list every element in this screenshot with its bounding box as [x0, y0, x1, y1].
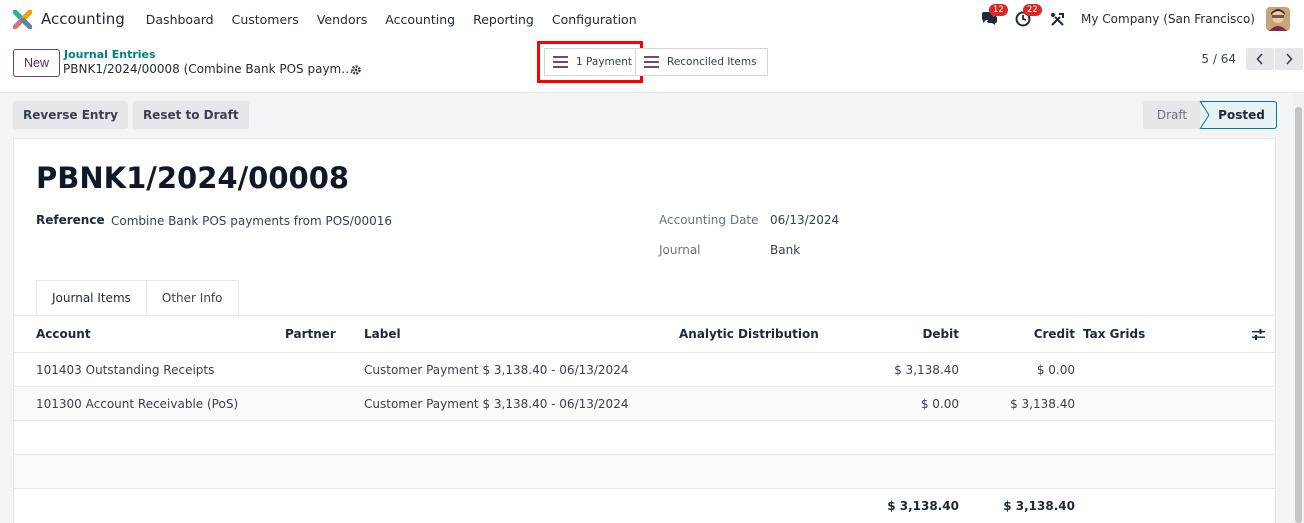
accounting-date-value[interactable]: 06/13/2024 — [770, 213, 839, 227]
stage-draft[interactable]: Draft — [1143, 101, 1201, 129]
table-empty-row — [14, 421, 1275, 455]
reconciled-button-label: Reconciled Items — [667, 56, 757, 68]
col-debit[interactable]: Debit — [864, 316, 959, 352]
stage-arrow — [1196, 101, 1210, 129]
messages-button[interactable]: 12 — [979, 4, 1008, 29]
cell-label: Customer Payment $ 3,138.40 - 06/13/2024 — [364, 362, 629, 377]
menu-dashboard[interactable]: Dashboard — [146, 12, 214, 27]
new-button[interactable]: New — [13, 49, 60, 77]
app-brand[interactable]: Accounting — [12, 9, 137, 29]
pager-previous-button[interactable] — [1246, 48, 1274, 70]
scrollbar-thumb[interactable] — [1295, 107, 1302, 523]
cell-credit: $ 3,138.40 — [1010, 396, 1075, 411]
pager-next-button[interactable] — [1275, 48, 1303, 70]
payment-button-label: 1 Payment — [576, 56, 632, 68]
table-totals-row: $ 3,138.40 $ 3,138.40 — [14, 489, 1275, 523]
activities-badge: 22 — [1023, 4, 1042, 16]
table-row[interactable]: 101403 Outstanding Receipts Customer Pay… — [14, 353, 1275, 387]
reverse-entry-button[interactable]: Reverse Entry — [13, 101, 128, 129]
column-settings-icon[interactable] — [1252, 316, 1265, 352]
menu-configuration[interactable]: Configuration — [552, 12, 637, 27]
col-partner[interactable]: Partner — [285, 316, 336, 352]
payment-smart-button[interactable]: 1 Payment — [544, 48, 643, 76]
menu-customers[interactable]: Customers — [232, 12, 299, 27]
table-header: Account Partner Label Analytic Distribut… — [14, 316, 1275, 353]
total-credit: $ 3,138.40 — [1003, 499, 1075, 513]
activities-button[interactable]: 22 — [1013, 4, 1042, 29]
table-empty-row — [14, 455, 1275, 489]
top-navbar: Accounting Dashboard Customers Vendors A… — [0, 0, 1304, 38]
col-account[interactable]: Account — [36, 316, 91, 352]
status-stages: Draft Posted — [1143, 101, 1277, 129]
breadcrumb-parent[interactable]: Journal Entries — [64, 48, 156, 61]
page-scrollbar[interactable] — [1293, 93, 1304, 523]
chevron-left-icon — [1256, 53, 1263, 65]
tab-journal-items[interactable]: Journal Items — [36, 280, 147, 315]
pager: 5 / 64 — [1201, 48, 1304, 70]
total-debit: $ 3,138.40 — [887, 499, 959, 513]
tools-icon[interactable] — [1047, 9, 1067, 29]
col-analytic-distribution[interactable]: Analytic Distribution — [679, 316, 819, 352]
journal-items-table: Account Partner Label Analytic Distribut… — [14, 315, 1275, 523]
cell-credit: $ 0.00 — [1036, 362, 1075, 377]
form-sheet: PBNK1/2024/00008 Reference Combine Bank … — [13, 138, 1276, 523]
reset-to-draft-button[interactable]: Reset to Draft — [132, 101, 249, 129]
journal-value[interactable]: Bank — [770, 243, 800, 257]
form-tabs: Journal Items Other Info — [36, 280, 239, 315]
main-menu: Dashboard Customers Vendors Accounting R… — [137, 12, 646, 27]
page-title: PBNK1/2024/00008 — [36, 161, 350, 195]
action-buttons: Reverse Entry Reset to Draft — [13, 101, 254, 129]
cell-account: 101300 Account Receivable (PoS) — [36, 396, 239, 411]
app-name: Accounting — [41, 10, 125, 28]
col-tax-grids[interactable]: Tax Grids — [1083, 316, 1145, 352]
reconciled-items-button[interactable]: Reconciled Items — [635, 48, 768, 76]
cell-label: Customer Payment $ 3,138.40 - 06/13/2024 — [364, 396, 629, 411]
messages-badge: 12 — [989, 4, 1008, 16]
reference-label: Reference — [36, 213, 105, 227]
menu-reporting[interactable]: Reporting — [473, 12, 534, 27]
stage-posted[interactable]: Posted — [1201, 101, 1277, 129]
company-switcher[interactable]: My Company (San Francisco) — [1081, 12, 1255, 26]
pager-value[interactable]: 5 / 64 — [1201, 52, 1236, 66]
tab-other-info[interactable]: Other Info — [146, 280, 239, 315]
app-logo-icon — [12, 9, 33, 29]
user-avatar[interactable] — [1266, 7, 1290, 31]
gear-icon[interactable] — [350, 64, 362, 76]
table-row[interactable]: 101300 Account Receivable (PoS) Customer… — [14, 387, 1275, 421]
menu-vendors[interactable]: Vendors — [317, 12, 367, 27]
breadcrumb-current: PBNK1/2024/00008 (Combine Bank POS paym… — [63, 62, 354, 76]
chevron-right-icon — [1286, 53, 1293, 65]
col-label[interactable]: Label — [364, 316, 401, 352]
control-panel: New Journal Entries PBNK1/2024/00008 (Co… — [0, 38, 1304, 93]
col-credit[interactable]: Credit — [979, 316, 1075, 352]
hamburger-icon — [553, 56, 568, 68]
systray: 12 22 My Company (San Francisco) — [979, 0, 1304, 38]
accounting-date-label: Accounting Date — [659, 213, 759, 227]
cell-debit: $ 3,138.40 — [894, 362, 959, 377]
cell-account: 101403 Outstanding Receipts — [36, 362, 215, 377]
journal-label: Journal — [659, 243, 701, 257]
reference-value[interactable]: Combine Bank POS payments from POS/00016 — [111, 214, 392, 228]
menu-accounting[interactable]: Accounting — [385, 12, 455, 27]
hamburger-icon — [644, 56, 659, 68]
cell-debit: $ 0.00 — [920, 396, 959, 411]
